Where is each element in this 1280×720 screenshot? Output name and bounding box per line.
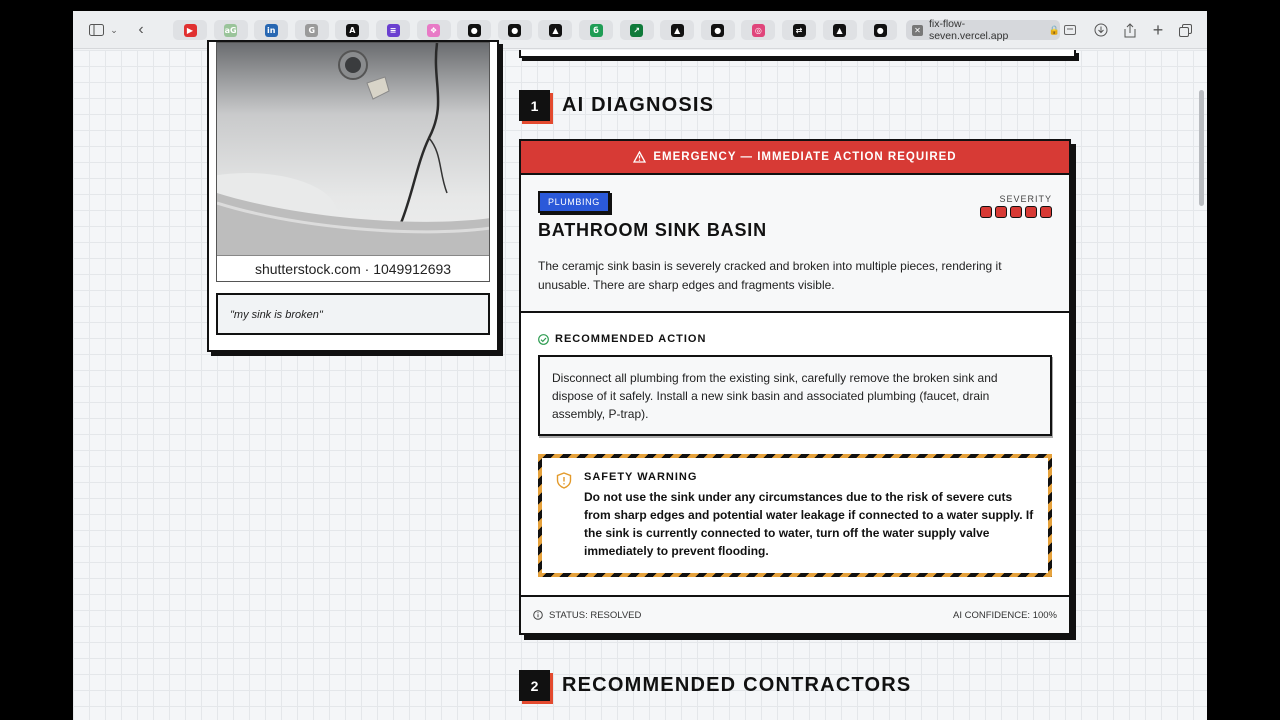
browser-tab[interactable]: ▶ [173,20,207,40]
severity-dot [1010,206,1022,218]
section-number: 1 [519,90,550,121]
status-text: STATUS: RESOLVED [549,609,642,621]
diagnosis-description: The ceramic sink basin is severely crack… [538,259,1002,292]
section-number: 2 [519,670,550,701]
browser-tab[interactable]: A [335,20,370,40]
chart-icon: ↗ [630,23,644,37]
category-badge: PLUMBING [538,191,610,213]
leaf-icon: б [589,23,603,37]
emergency-banner: EMERGENCY — IMMEDIATE ACTION REQUIRED [521,141,1069,175]
status-bar: STATUS: RESOLVED AI CONFIDENCE: 100% [521,595,1069,633]
severity-dot [980,206,992,218]
upload-card: shutterstock.com · 1049912693 "my sink i… [207,40,499,352]
scrollbar[interactable] [1199,90,1204,206]
vercel-icon: ▲ [548,23,562,37]
severity-dot [995,206,1007,218]
lock-icon: 🔒 [1048,24,1060,35]
safety-warning-text: Do not use the sink under any circumstan… [584,490,1034,558]
browser-tab[interactable]: ▲ [822,20,857,40]
browser-tab[interactable]: ● [700,20,735,40]
browser-window: ⌄ ‹ ▶ aG in G A ≡ ❖ ● ● ▲ б ↗ ▲ ● ◎ ⇄ ▲ ● ✕ fix-flow-seve… [73,11,1207,720]
active-tab[interactable]: ✕ fix-flow-seven.vercel.app 🔒 [906,18,1060,42]
browser-tab[interactable]: G [294,20,329,40]
recommended-action-header: RECOMMENDED ACTION [538,333,706,345]
emergency-text: EMERGENCY — IMMEDIATE ACTION REQUIRED [653,151,957,163]
item-title: BATHROOM SINK BASIN [538,220,767,240]
browser-tab[interactable]: ≡ [376,20,410,40]
user-description: "my sink is broken" [216,293,490,335]
browser-tab[interactable]: ⇄ [782,20,816,40]
browser-tab[interactable]: ◎ [741,20,776,40]
github-icon: ● [711,23,725,37]
browser-tab[interactable]: ↗ [619,20,654,40]
sink-photo-illustration [217,43,489,257]
severity-dot [1025,206,1037,218]
replit-icon: ⇄ [792,23,806,37]
info-icon [533,610,543,620]
share-icon[interactable] [1123,21,1137,39]
close-tab-icon[interactable]: ✕ [912,24,923,36]
linkedin-icon: in [264,23,278,37]
ai-confidence: AI CONFIDENCE: 100% [953,609,1057,621]
vercel-icon: ▲ [833,23,847,37]
diagnosis-summary: PLUMBING SEVERITY BATHROOM SINK BASIN Th… [521,175,1069,313]
chevron-down-icon[interactable]: ⌄ [109,21,119,39]
severity-label: SEVERITY [999,194,1052,204]
back-icon[interactable]: ‹ [133,21,149,39]
browser-tab[interactable]: in [254,20,289,40]
browser-tab[interactable]: ● [457,20,492,40]
check-circle-icon [538,333,549,345]
figma-icon: ❖ [427,23,441,37]
sidebar-toggle-icon[interactable] [87,21,105,39]
photo-watermark: shutterstock.com · 1049912693 [217,255,489,281]
previous-card-edge [519,50,1076,58]
severity-dot [1040,206,1052,218]
tab-overview-icon[interactable] [1178,21,1192,39]
section-header-contractors: 2 RECOMMENDED CONTRACTORS [519,670,911,701]
reader-icon[interactable] [1064,21,1076,39]
browser-tab[interactable]: ● [863,20,898,40]
vercel-icon: ▲ [670,23,684,37]
github-icon: ● [467,23,481,37]
section-header-diagnosis: 1 AI DIAGNOSIS [519,90,714,121]
warning-triangle-icon [633,151,647,163]
browser-tab[interactable]: ▲ [538,20,573,40]
shield-alert-icon [556,472,572,489]
browser-tab[interactable]: б [579,20,613,40]
dribbble-icon: ◎ [751,23,765,37]
github-icon: ● [508,23,522,37]
github-icon: ● [873,23,887,37]
new-tab-icon[interactable]: + [1151,20,1165,40]
safety-warning-label: SAFETY WARNING [584,471,698,483]
download-icon[interactable] [1094,21,1108,39]
youtube-icon: ▶ [183,23,197,37]
page-content: shutterstock.com · 1049912693 "my sink i… [73,40,1207,720]
section-title: RECOMMENDED CONTRACTORS [562,674,912,696]
google-icon: G [305,23,319,37]
safety-warning-box: SAFETY WARNING Do not use the sink under… [538,454,1052,577]
recommended-action-label: RECOMMENDED ACTION [555,333,707,345]
diagnosis-card: EMERGENCY — IMMEDIATE ACTION REQUIRED PL… [519,139,1071,635]
recommended-action-text: Disconnect all plumbing from the existin… [538,355,1052,436]
text-cursor-icon: I [595,264,599,278]
uploaded-photo: shutterstock.com · 1049912693 [216,42,490,282]
browser-tab[interactable]: ● [497,20,532,40]
analytics-icon: A [345,23,359,37]
browser-tab[interactable]: aG [213,20,248,40]
browser-tab[interactable]: ❖ [416,20,451,40]
forms-icon: ≡ [386,23,400,37]
section-title: AI DIAGNOSIS [562,94,715,116]
active-url: fix-flow-seven.vercel.app [928,18,1009,42]
gamma-icon: aG [224,23,238,37]
browser-tab[interactable]: ▲ [660,20,695,40]
severity-indicator [980,206,1052,218]
